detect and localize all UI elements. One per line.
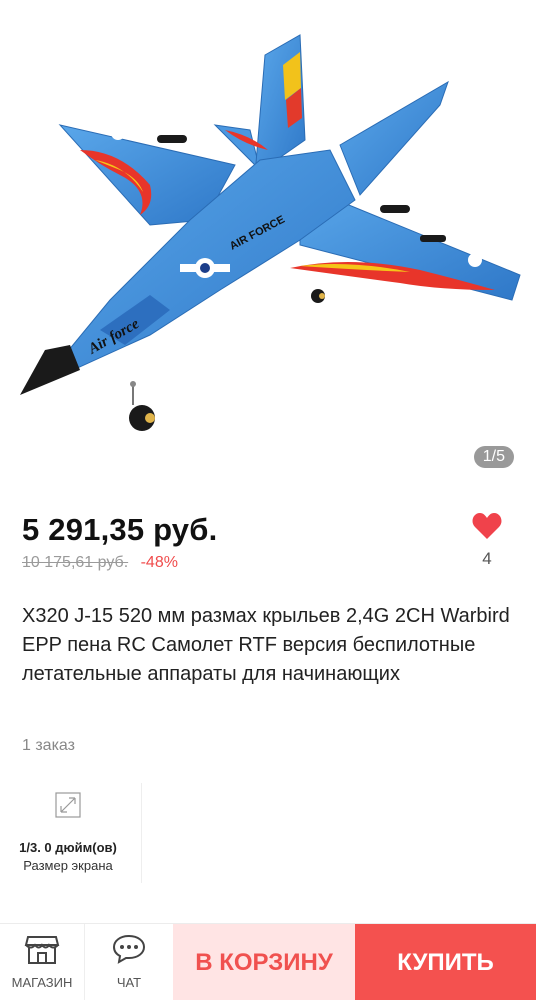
bottom-action-bar: МАГАЗИН ЧАТ В КОРЗИНУ КУПИТЬ — [0, 923, 536, 1000]
old-price-row: 10 175,61 руб. -48% — [22, 554, 217, 572]
wishlist-button[interactable]: 4 — [472, 512, 502, 569]
orders-count: 1 заказ — [22, 737, 75, 754]
store-button[interactable]: МАГАЗИН — [0, 924, 85, 1000]
chat-icon — [112, 934, 146, 964]
chat-label: ЧАТ — [116, 975, 142, 990]
wishlist-count: 4 — [482, 549, 492, 568]
chat-button[interactable]: ЧАТ — [85, 924, 173, 1000]
image-counter: 1/5 — [473, 446, 514, 468]
spec-value: 1/3. 0 дюйм(ов) — [19, 840, 117, 855]
old-price: 10 175,61 руб. — [22, 554, 129, 571]
product-title: X320 J-15 520 мм размах крыльев 2,4G 2CH… — [22, 605, 510, 685]
heart-icon — [472, 513, 502, 539]
price-block: 5 291,35 руб. 10 175,61 руб. -48% — [22, 512, 217, 572]
spec-item-screen-size: 1/3. 0 дюйм(ов) Размер экрана — [0, 783, 142, 883]
current-price: 5 291,35 руб. — [22, 512, 218, 547]
spec-label: Размер экрана — [23, 858, 113, 873]
product-image-gallery[interactable]: Air force AIR FORCE 1/5 — [0, 0, 536, 486]
product-image: Air force AIR FORCE — [20, 34, 521, 431]
discount-badge: -48% — [140, 554, 178, 571]
add-to-cart-button[interactable]: В КОРЗИНУ — [173, 924, 355, 1000]
store-icon — [24, 936, 60, 964]
buy-now-button[interactable]: КУПИТЬ — [355, 924, 536, 1000]
screen-size-icon — [55, 792, 81, 818]
store-label: МАГАЗИН — [11, 975, 73, 990]
